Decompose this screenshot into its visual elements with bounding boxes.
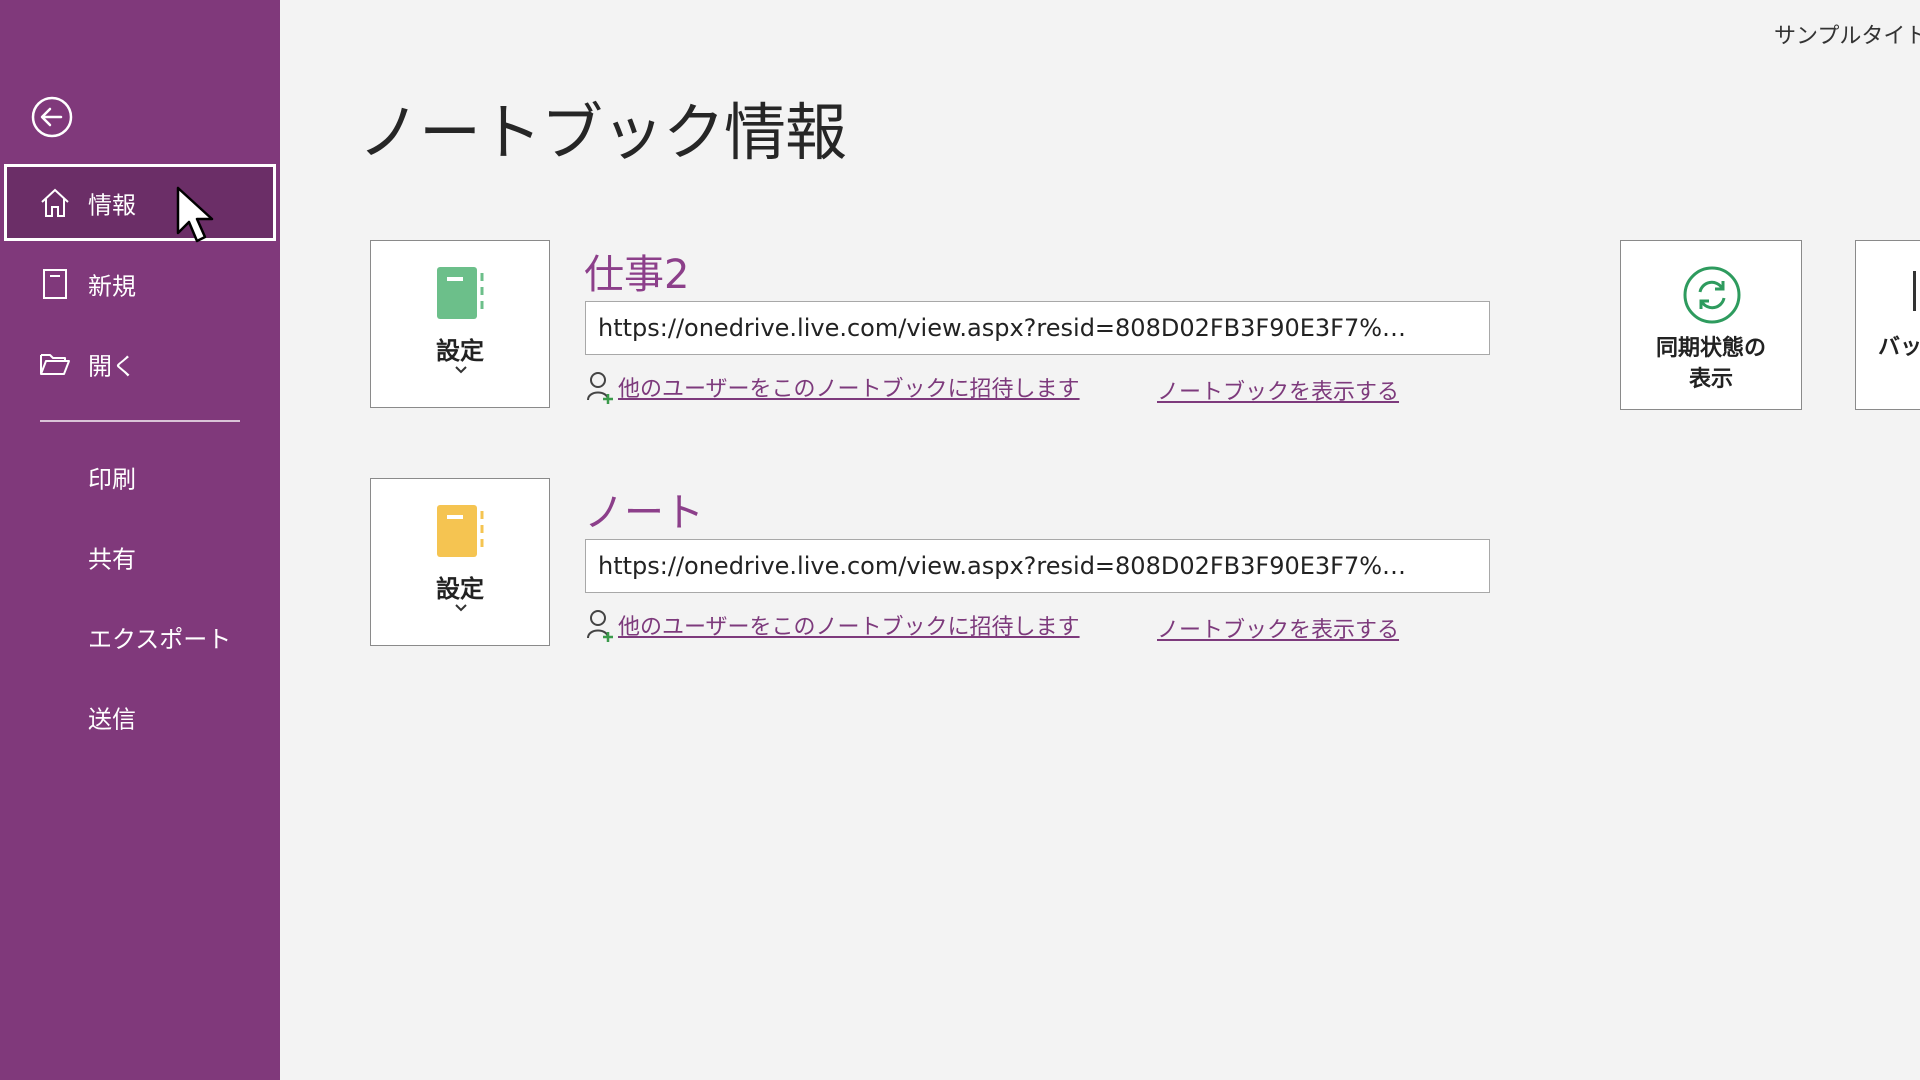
sidebar-item-info[interactable]: 情報 <box>4 164 276 241</box>
sidebar-item-share[interactable]: 共有 <box>4 518 276 595</box>
sidebar-item-open[interactable]: 開く <box>4 325 276 402</box>
sync-label-line1: 同期状態の <box>1655 336 1766 361</box>
sidebar-item-label: 送信 <box>88 705 136 733</box>
notebook-icon <box>437 267 484 319</box>
backup-icon <box>1913 271 1920 311</box>
sidebar-item-export[interactable]: エクスポート <box>4 598 276 675</box>
notebook-icon <box>437 505 484 557</box>
sync-label-line2: 表示 <box>1688 367 1733 392</box>
sidebar-divider <box>40 420 240 422</box>
back-arrow-icon[interactable] <box>31 96 73 138</box>
open-notebook-link[interactable]: ノートブックを表示する <box>1157 612 1399 644</box>
notebook-name: ノート <box>584 490 704 536</box>
notebook-url-field[interactable]: https://onedrive.live.com/view.aspx?resi… <box>585 539 1490 593</box>
notebook-settings-button[interactable]: 設定 <box>370 478 550 646</box>
invite-link-text[interactable]: 他のユーザーをこのノートブックに招待します <box>618 371 1080 403</box>
home-icon <box>41 188 69 217</box>
open-notebook-link[interactable]: ノートブックを表示する <box>1157 374 1399 406</box>
sidebar-item-label: 新規 <box>88 272 136 300</box>
sidebar-item-label: 開く <box>88 352 136 380</box>
mouse-cursor-icon <box>176 186 214 243</box>
settings-label: 設定 <box>436 575 484 603</box>
sync-icon <box>1683 266 1741 324</box>
sidebar-item-new[interactable]: 新規 <box>4 245 276 322</box>
notebook-settings-button[interactable]: 設定 <box>370 240 550 408</box>
page-title: ノートブック情報 <box>358 96 847 169</box>
settings-label: 設定 <box>436 337 484 365</box>
chevron-down-icon <box>455 366 467 374</box>
add-person-icon <box>587 610 613 642</box>
invite-users-link[interactable]: 他のユーザーをこのノートブックに招待します <box>586 608 1080 642</box>
new-page-icon <box>43 268 67 299</box>
sidebar-item-label: 情報 <box>88 191 136 219</box>
invite-users-link[interactable]: 他のユーザーをこのノートブックに招待します <box>586 370 1080 404</box>
folder-open-icon <box>40 353 70 375</box>
backup-label: バッ <box>1878 335 1920 360</box>
sidebar-item-label: エクスポート <box>88 625 232 653</box>
sync-tile-label: 同期状態の 表示 <box>1621 333 1801 395</box>
view-sync-status-button[interactable]: 同期状態の 表示 <box>1620 240 1802 410</box>
add-person-icon <box>587 372 613 404</box>
notebook-name: 仕事2 <box>584 252 690 298</box>
sidebar-item-print[interactable]: 印刷 <box>4 438 276 515</box>
sidebar-item-label: 共有 <box>88 545 136 573</box>
sidebar-item-send[interactable]: 送信 <box>4 678 276 755</box>
chevron-down-icon <box>455 604 467 612</box>
backup-button[interactable]: バッ <box>1855 240 1920 410</box>
document-title: サンプルタイトル <box>1774 24 1920 49</box>
backstage-sidebar: 情報 新規 開く 印刷 共有 エクスポート 送信 <box>0 0 280 1080</box>
sidebar-item-label: 印刷 <box>88 465 136 493</box>
notebook-url-field[interactable]: https://onedrive.live.com/view.aspx?resi… <box>585 301 1490 355</box>
invite-link-text[interactable]: 他のユーザーをこのノートブックに招待します <box>618 609 1080 641</box>
